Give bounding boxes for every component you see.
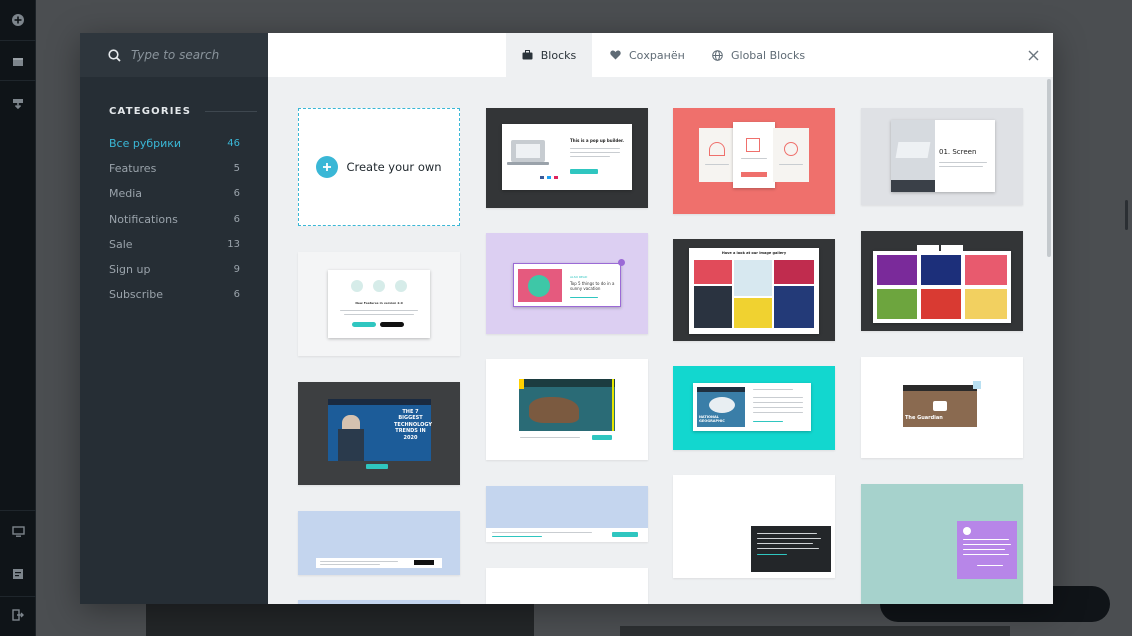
category-sale[interactable]: Sale 13 — [80, 232, 268, 257]
tab-label: Global Blocks — [731, 48, 806, 62]
category-label: Features — [109, 162, 157, 176]
category-count: 5 — [233, 163, 240, 175]
tab-global-blocks[interactable]: Global Blocks — [712, 33, 832, 77]
feature-icon — [373, 280, 385, 292]
tab-saved[interactable]: Сохранён — [610, 33, 710, 77]
block-thumbnail-new-features[interactable]: New Features in version 2.0 — [298, 252, 460, 356]
category-sign-up[interactable]: Sign up 9 — [80, 257, 268, 282]
video-title: NATIONAL GEOGRAPHIC — [699, 415, 725, 423]
video-thumbnail — [519, 379, 615, 431]
categories-title: CATEGORIES — [109, 106, 192, 117]
thumb-title: New Features in version 2.0 — [355, 301, 403, 305]
add-icon[interactable] — [8, 10, 28, 30]
background-image — [620, 626, 1010, 636]
cookie-popup — [751, 526, 831, 572]
search-icon — [108, 48, 121, 62]
pages-icon[interactable] — [8, 52, 28, 72]
tab-bar: Blocks Сохранён Global Blocks — [268, 33, 1053, 77]
block-thumbnail-video-tech[interactable]: THE 7 BIGGEST TECHNOLOGY TRENDS IN 2020 — [298, 382, 460, 485]
category-subscribe[interactable]: Subscribe 6 — [80, 282, 268, 307]
block-thumbnail-partial[interactable] — [486, 568, 648, 604]
background-scrollbar — [1125, 200, 1128, 230]
block-thumbnail-image-gallery[interactable]: Have a look at our image gallery — [673, 239, 835, 341]
app-toolbar — [0, 0, 36, 636]
download-icon[interactable] — [8, 94, 28, 114]
close-button[interactable] — [1023, 45, 1043, 65]
categories-list: Все рубрики 46 Features 5 Media 6 Notificat… — [80, 131, 268, 307]
background-image — [146, 604, 534, 636]
block-thumbnail-cookie-dark[interactable] — [673, 475, 835, 578]
tab-label: Сохранён — [629, 48, 685, 62]
thumb-title: 01. Screen — [939, 148, 977, 156]
create-your-own-label: Create your own — [346, 160, 442, 174]
category-label: Notifications — [109, 212, 178, 226]
search-input[interactable] — [131, 48, 261, 62]
block-thumbnail-screen-slider[interactable]: 01. Screen — [861, 108, 1023, 205]
block-thumbnail-tabbed-gallery[interactable] — [861, 231, 1023, 331]
block-thumbnail-popup-builder[interactable]: This is a pop up builder. — [486, 108, 648, 208]
video-thumbnail: The Guardian — [903, 385, 977, 427]
feature-icon — [395, 280, 407, 292]
video-thumbnail: THE 7 BIGGEST TECHNOLOGY TRENDS IN 2020 — [328, 399, 432, 461]
category-count: 9 — [233, 264, 240, 276]
divider — [205, 111, 258, 112]
notice-popup — [957, 521, 1017, 579]
category-count: 6 — [233, 213, 240, 225]
video-title: THE 7 BIGGEST TECHNOLOGY TRENDS IN 2020 — [394, 409, 432, 441]
category-notifications[interactable]: Notifications 6 — [80, 207, 268, 232]
briefcase-icon — [522, 50, 533, 60]
thumb-title: Have a look at our image gallery — [721, 251, 787, 255]
tab-blocks[interactable]: Blocks — [506, 33, 592, 77]
block-thumbnail-pricing[interactable] — [673, 108, 835, 214]
thumb-title: Top 5 things to do in a sunny vacation — [570, 281, 615, 291]
thumb-title: This is a pop up builder. — [570, 138, 624, 143]
category-label: Sale — [109, 237, 133, 251]
block-thumbnail-guardian-video[interactable]: The Guardian — [861, 357, 1023, 458]
logout-icon[interactable] — [8, 605, 28, 625]
tab-label: Blocks — [540, 48, 577, 62]
category-label: Media — [109, 187, 143, 201]
video-title: The Guardian — [905, 415, 943, 421]
block-thumbnail-purple-notice[interactable] — [861, 484, 1023, 604]
categories-header: CATEGORIES — [109, 106, 268, 117]
heart-icon — [610, 50, 621, 60]
category-label: Subscribe — [109, 288, 164, 302]
plus-icon — [316, 156, 339, 178]
close-icon — [1028, 50, 1038, 60]
category-count: 6 — [233, 289, 240, 301]
blocks-panel: Blocks Сохранён Global Blocks Create you… — [268, 33, 1053, 604]
scrollbar-thumb[interactable] — [1047, 79, 1051, 257]
categories-sidebar: CATEGORIES Все рубрики 46 Features 5 Media… — [80, 33, 268, 604]
block-thumbnail-vacation[interactable]: ALSO READ Top 5 things to do in a sunny … — [486, 233, 648, 334]
video-thumbnail: NATIONAL GEOGRAPHIC — [697, 387, 745, 427]
feature-icon — [351, 280, 363, 292]
category-all[interactable]: Все рубрики 46 — [80, 131, 268, 156]
category-count: 13 — [227, 238, 240, 250]
category-count: 6 — [233, 188, 240, 200]
desktop-icon[interactable] — [8, 522, 28, 542]
blocks-library-modal: CATEGORIES Все рубрики 46 Features 5 Media… — [80, 33, 1053, 604]
block-thumbnail-underwater-video[interactable] — [486, 359, 648, 460]
block-thumbnail-partial[interactable] — [298, 600, 460, 604]
block-thumbnail-national-geographic[interactable]: NATIONAL GEOGRAPHIC — [673, 366, 835, 450]
globe-icon — [712, 49, 723, 61]
category-count: 46 — [227, 138, 240, 150]
block-thumbnail-cookie-notice[interactable] — [486, 486, 648, 542]
notes-icon[interactable] — [8, 564, 28, 584]
category-label: Sign up — [109, 263, 151, 277]
category-features[interactable]: Features 5 — [80, 156, 268, 181]
category-label: Все рубрики — [109, 137, 182, 151]
create-your-own-card[interactable]: Create your own — [298, 108, 460, 226]
category-media[interactable]: Media 6 — [80, 181, 268, 206]
search-bar — [80, 33, 268, 77]
block-thumbnail-cookie-banner[interactable] — [298, 511, 460, 575]
